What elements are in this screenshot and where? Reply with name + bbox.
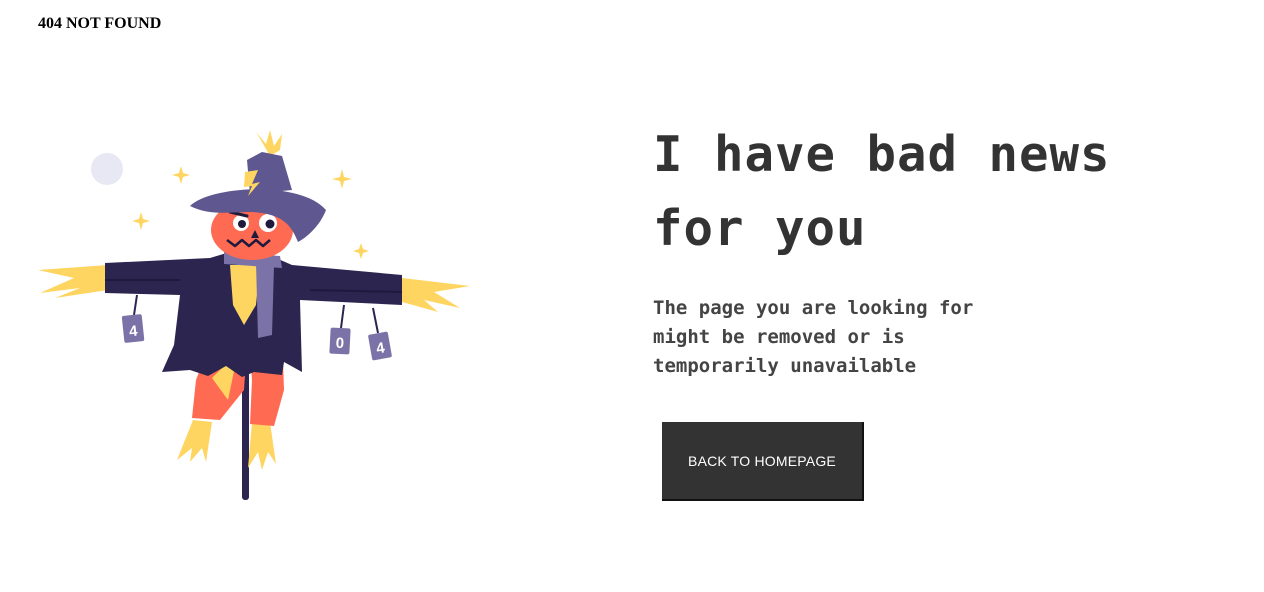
moon-icon	[91, 153, 123, 185]
main-content: I have bad news for you The page you are…	[653, 118, 1213, 381]
headline: I have bad news for you	[653, 126, 1111, 257]
sparkle-icon	[172, 166, 190, 184]
back-to-homepage-button[interactable]: BACK TO HOMEPAGE	[662, 422, 864, 501]
page-title: 404 NOT FOUND	[38, 15, 162, 32]
sparkle-icon	[353, 243, 369, 259]
can-icon: 4	[121, 314, 145, 343]
sparkle-icon	[132, 212, 150, 230]
scarecrow-illustration: 4 0 4	[30, 130, 480, 510]
can-label: 0	[335, 335, 344, 352]
can-icon: 0	[329, 327, 351, 355]
sparkle-icon	[332, 169, 352, 189]
error-message: The page you are looking for might be re…	[653, 297, 974, 377]
can-icon: 4	[368, 331, 392, 361]
